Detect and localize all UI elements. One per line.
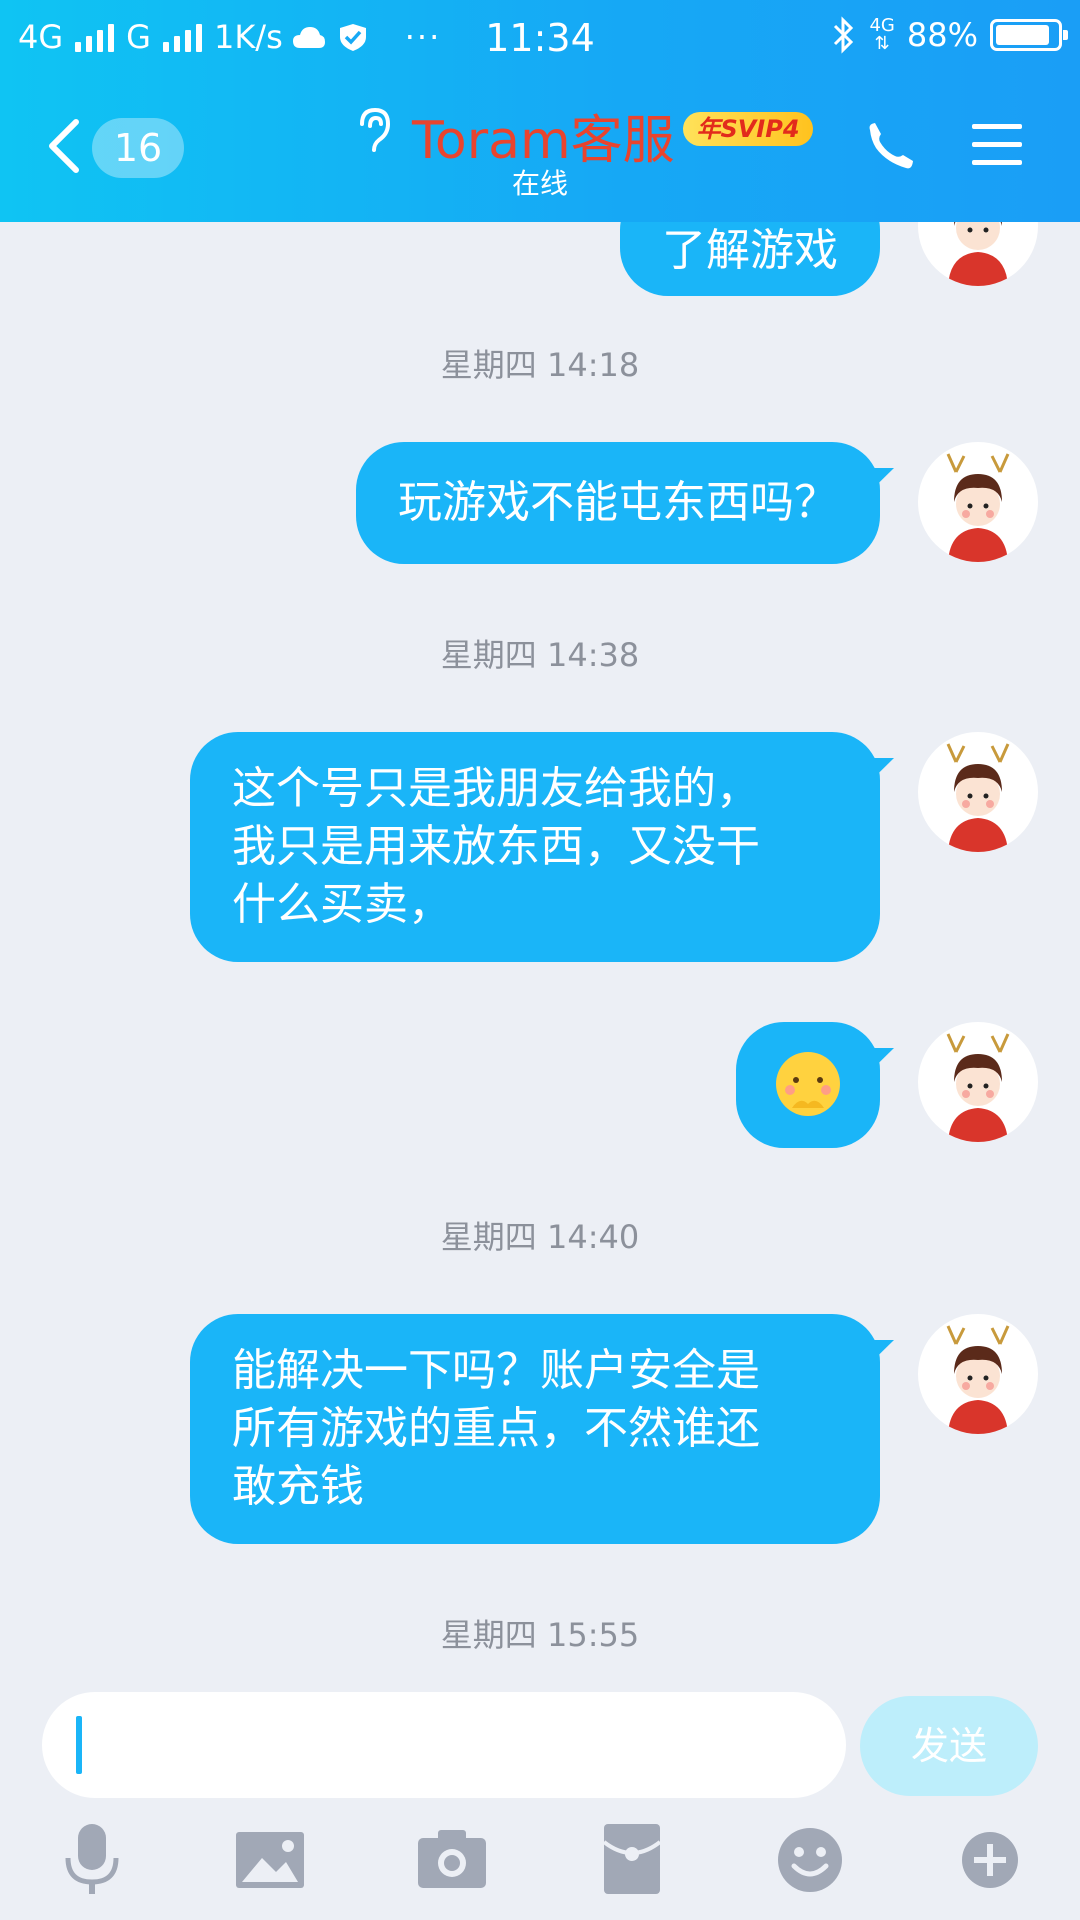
svip-badge: 年SVIP4 [683,112,813,146]
shy-face-emoji-icon [776,1052,840,1116]
timestamp: 星期四 14:38 [440,636,640,674]
microphone-icon[interactable] [52,1820,132,1900]
input-toolbar [0,1820,1080,1920]
avatar[interactable] [918,1314,1038,1434]
camera-icon[interactable] [412,1820,492,1900]
message-input[interactable] [42,1692,846,1798]
message-bubble[interactable]: 这个号只是我朋友给我的， 我只是用来放东西，又没干 什么买卖， [190,732,894,962]
chat-header: 4G G 1K/s ··· 11:34 4G ⇅ 88% 16 Toram客服 年… [0,0,1080,222]
status-bar: 4G G 1K/s ··· 11:34 4G ⇅ 88% [0,0,1080,76]
timestamp: 星期四 14:40 [440,1218,640,1256]
text-cursor [76,1716,82,1774]
image-icon[interactable] [230,1820,310,1900]
message-bubble[interactable]: 玩游戏不能屯东西吗？ [356,442,894,564]
plus-icon[interactable] [950,1820,1030,1900]
message-bubble[interactable]: 了解游戏 [620,222,880,296]
online-status: 在线 [511,167,568,200]
send-button[interactable]: 发送 [860,1696,1038,1796]
message-list[interactable]: 了解游戏 星期四 14:18 玩游戏不能屯东西吗？ 星期四 14:38 这个号只… [0,222,1080,1682]
net-type-icon: 4G ⇅ [869,15,895,54]
avatar[interactable] [918,442,1038,562]
bluetooth-icon [834,16,854,54]
battery-percent: 88% [906,16,978,54]
message-bubble[interactable]: 能解决一下吗？账户安全是 所有游戏的重点，不然谁还 敢充钱 [190,1314,894,1544]
menu-icon[interactable] [970,120,1024,170]
avatar[interactable] [918,222,1038,286]
avatar[interactable] [918,1022,1038,1142]
timestamp: 星期四 14:18 [440,346,640,384]
emoji-message-bubble[interactable] [736,1022,894,1148]
red-packet-icon[interactable] [592,1820,672,1900]
phone-icon[interactable] [862,120,916,174]
avatar[interactable] [918,732,1038,852]
timestamp: 星期四 15:55 [440,1616,640,1654]
emoji-icon[interactable] [770,1820,850,1900]
ear-icon [360,107,391,152]
battery-icon [990,19,1068,51]
